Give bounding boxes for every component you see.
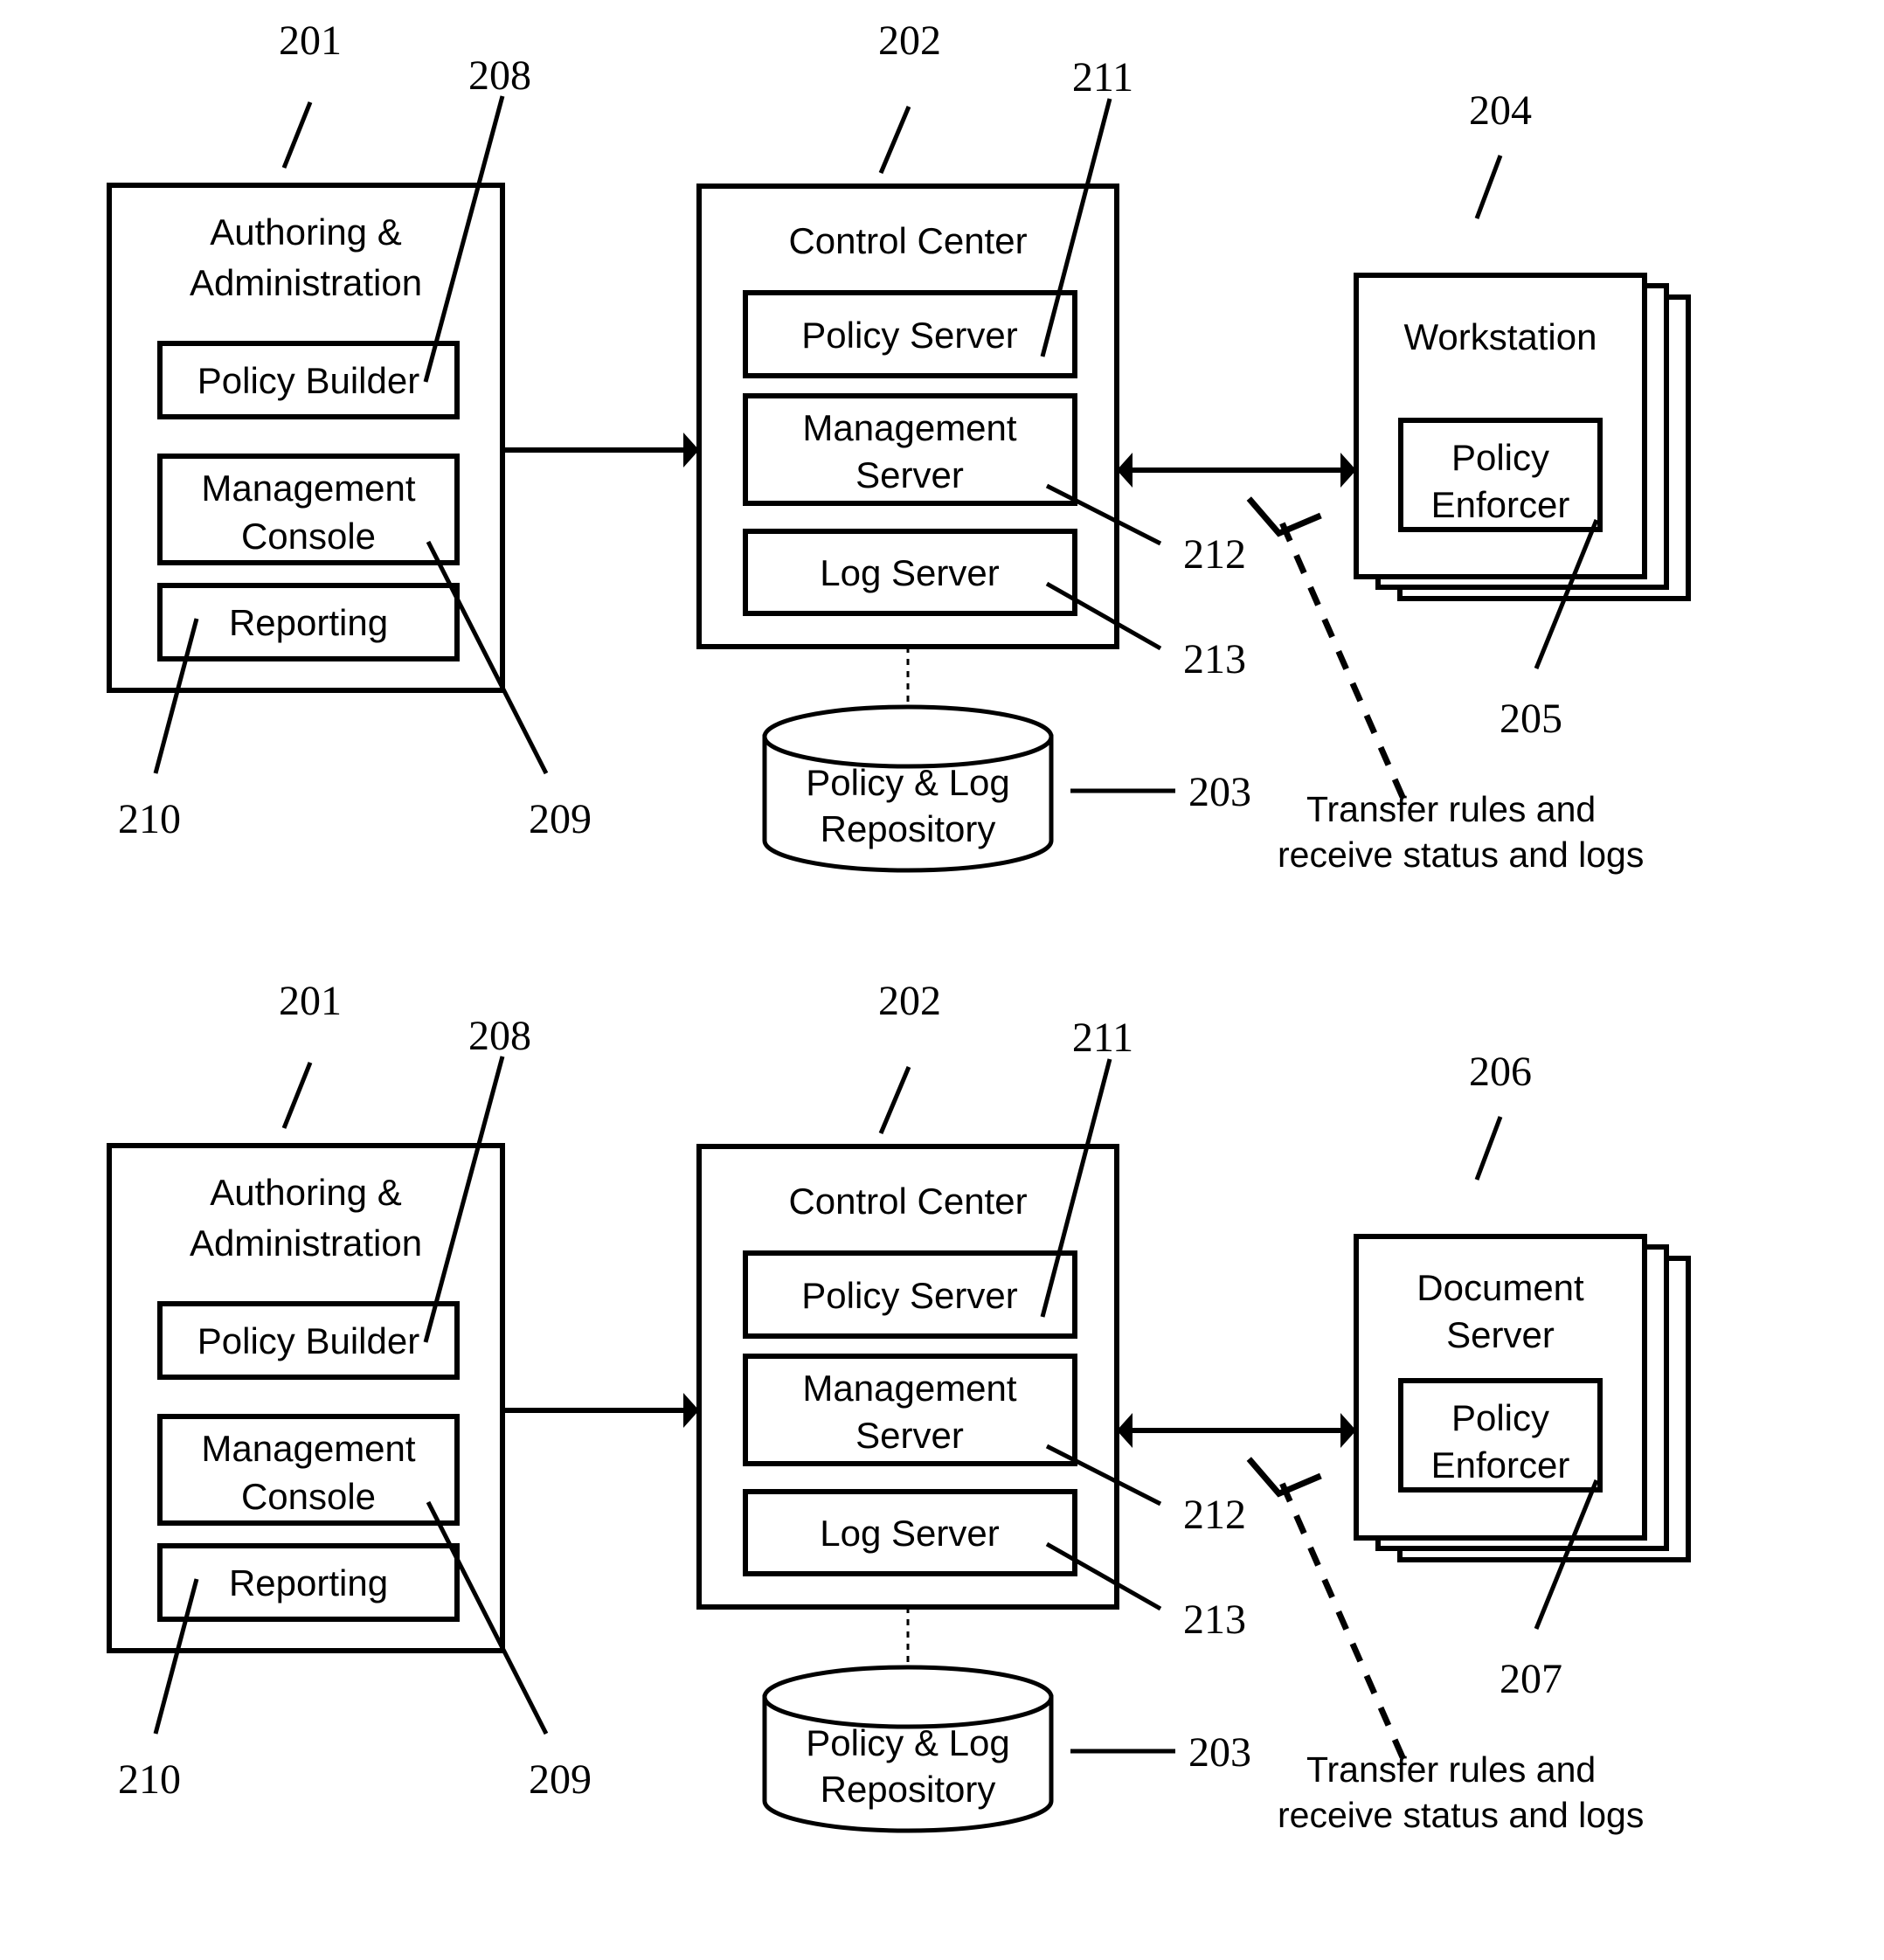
refnum-201-top: 201 <box>279 17 342 64</box>
reporting-label: Reporting <box>229 1562 388 1603</box>
control-center-title: Control Center <box>788 220 1027 261</box>
authoring-administration-group-top[interactable]: Authoring & Administration Policy Builde… <box>107 183 505 693</box>
transfer-note-line1: Transfer rules and <box>1306 789 1596 829</box>
refnum-208-top: 208 <box>468 52 531 99</box>
management-server-label-line2: Server <box>855 454 964 495</box>
refnum-209-top: 209 <box>529 796 592 842</box>
control-to-document-server-connector-bottom <box>1117 1413 1356 1448</box>
refnum-205-top: 205 <box>1500 696 1562 742</box>
refnum-210-top: 210 <box>118 796 181 842</box>
document-server-stack-bottom[interactable]: Document Server Policy Enforcer <box>1354 1234 1691 1562</box>
management-console-label-line2: Console <box>241 516 376 557</box>
control-center-title: Control Center <box>788 1181 1027 1222</box>
management-console-label-line2: Console <box>241 1476 376 1517</box>
refnum-213-top: 213 <box>1183 636 1246 682</box>
policy-builder-label: Policy Builder <box>197 360 419 401</box>
top-diagram: Authoring & Administration Policy Builde… <box>107 17 1691 875</box>
repository-cylinder-top <box>762 1665 1054 1729</box>
control-center-group-top[interactable]: Control Center Policy Server Management … <box>696 184 1119 649</box>
patent-diagram: Authoring & Administration Policy Builde… <box>107 17 1691 1835</box>
refnum-210-bottom: 210 <box>118 1756 181 1803</box>
management-server-label-line2: Server <box>855 1415 964 1456</box>
repository-cylinder-top <box>762 704 1054 769</box>
leader-202-top <box>878 106 911 174</box>
log-server-label: Log Server <box>820 1513 999 1554</box>
workstation-label: Workstation <box>1404 316 1597 357</box>
refnum-212-bottom: 212 <box>1183 1492 1246 1538</box>
policy-server-label: Policy Server <box>801 315 1017 356</box>
document-server-label-line2: Server <box>1446 1314 1555 1355</box>
management-server-label-line1: Management <box>802 407 1016 448</box>
log-server-label: Log Server <box>820 552 999 593</box>
policy-server-label: Policy Server <box>801 1275 1017 1316</box>
management-console-label-line1: Management <box>201 467 415 509</box>
refnum-211-bottom: 211 <box>1072 1015 1133 1061</box>
document-server-label-line1: Document <box>1416 1267 1584 1308</box>
refnum-201-bottom: 201 <box>279 978 342 1024</box>
transfer-note-line2: receive status and logs <box>1278 835 1644 875</box>
refnum-211-top: 211 <box>1072 54 1133 100</box>
authoring-title-line1: Authoring & <box>210 211 401 253</box>
figure-canvas: Authoring & Administration Policy Builde… <box>0 0 1884 1960</box>
policy-log-repository-group-top[interactable]: Policy & Log Repository <box>762 647 1054 873</box>
authoring-to-control-connector-bottom <box>502 1393 699 1428</box>
refnum-203-top: 203 <box>1188 769 1251 815</box>
workstation-stack-top[interactable]: Workstation Policy Enforcer <box>1354 273 1691 601</box>
workstation-policy-enforcer-line1: Policy <box>1451 437 1549 478</box>
refnum-213-bottom: 213 <box>1183 1596 1246 1643</box>
authoring-title-line2: Administration <box>190 1222 422 1264</box>
document-server-policy-enforcer-line2: Enforcer <box>1431 1444 1570 1486</box>
transfer-note-line2: receive status and logs <box>1278 1795 1644 1835</box>
document-server-policy-enforcer-line1: Policy <box>1451 1397 1549 1438</box>
leader-206-bottom <box>1474 1116 1503 1181</box>
reporting-label: Reporting <box>229 602 388 643</box>
refnum-208-bottom: 208 <box>468 1013 531 1059</box>
refnum-203-bottom: 203 <box>1188 1729 1251 1776</box>
control-to-workstation-connector-top <box>1117 453 1356 488</box>
control-center-group-bottom[interactable]: Control Center Policy Server Management … <box>696 1144 1119 1610</box>
workstation-policy-enforcer-line2: Enforcer <box>1431 484 1570 525</box>
authoring-to-control-connector-top <box>502 433 699 467</box>
refnum-202-top: 202 <box>878 17 941 64</box>
authoring-title-line2: Administration <box>190 262 422 303</box>
management-console-label-line1: Management <box>201 1428 415 1469</box>
repository-label-line1: Policy & Log <box>806 762 1009 803</box>
refnum-204-top: 204 <box>1469 87 1532 134</box>
repository-label-line2: Repository <box>821 1769 996 1810</box>
bottom-diagram: Authoring & Administration Policy Builde… <box>107 978 1691 1835</box>
authoring-administration-group-bottom[interactable]: Authoring & Administration Policy Builde… <box>107 1143 505 1653</box>
refnum-209-bottom: 209 <box>529 1756 592 1803</box>
refnum-212-top: 212 <box>1183 531 1246 578</box>
repository-label-line1: Policy & Log <box>806 1722 1009 1763</box>
management-server-label-line1: Management <box>802 1368 1016 1409</box>
refnum-202-bottom: 202 <box>878 978 941 1024</box>
repository-label-line2: Repository <box>821 808 996 849</box>
refnum-207-bottom: 207 <box>1500 1656 1562 1702</box>
transfer-note-line1: Transfer rules and <box>1306 1749 1596 1790</box>
authoring-title-line1: Authoring & <box>210 1172 401 1213</box>
leader-201-top <box>281 101 313 169</box>
policy-log-repository-group-bottom[interactable]: Policy & Log Repository <box>762 1607 1054 1833</box>
refnum-206-bottom: 206 <box>1469 1049 1532 1095</box>
leader-202-bottom <box>878 1066 911 1134</box>
policy-builder-label: Policy Builder <box>197 1320 419 1361</box>
leader-204-top <box>1474 155 1503 219</box>
leader-201-bottom <box>281 1062 313 1129</box>
